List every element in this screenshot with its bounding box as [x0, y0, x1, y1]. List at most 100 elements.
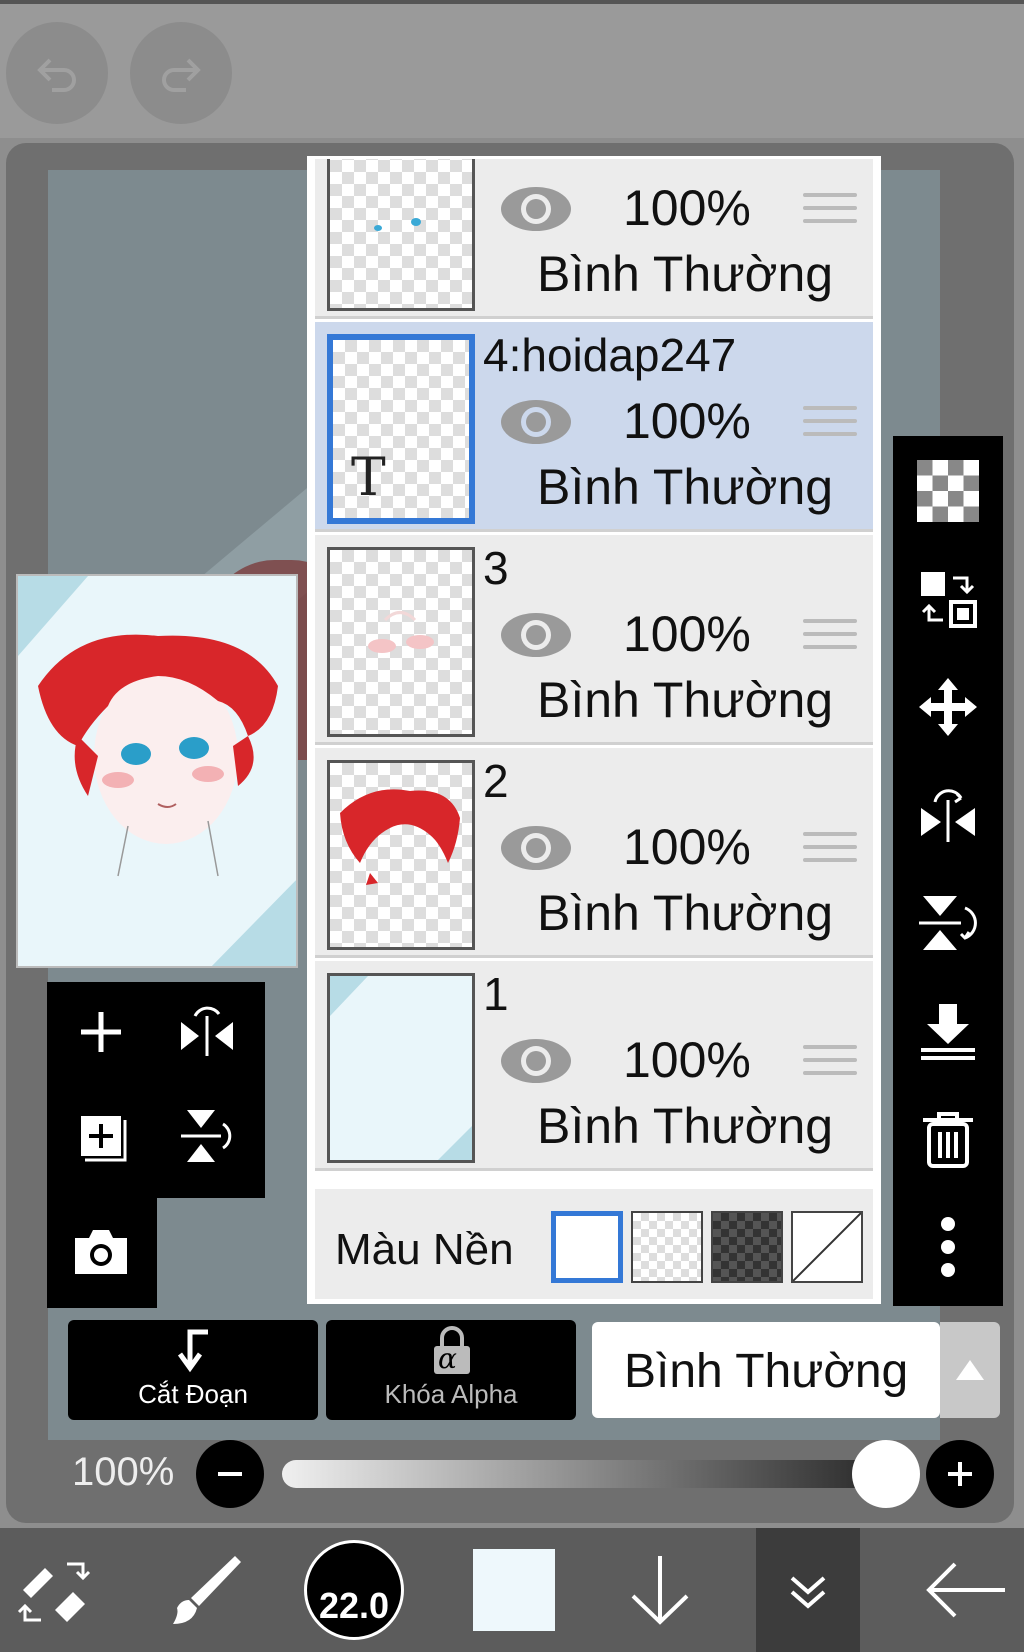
layer-thumbnail [327, 547, 475, 737]
alpha-glyph: α [438, 1342, 457, 1375]
merge-down-button[interactable] [913, 996, 983, 1066]
layer-name: 5 [483, 159, 509, 169]
swap-layer-button[interactable] [913, 564, 983, 634]
drag-handle-icon[interactable] [803, 193, 857, 229]
clipping-button[interactable]: Cắt Đoạn [68, 1320, 318, 1420]
flip-horizontal-button[interactable] [177, 1002, 237, 1062]
bottom-toolbar: 22.0 [0, 1528, 1024, 1652]
alpha-lock-button[interactable]: α Khóa Alpha [326, 1320, 576, 1420]
layer-tools-right [893, 436, 1003, 1306]
layer-down-button[interactable] [610, 1528, 710, 1652]
brush-tool-button[interactable] [150, 1528, 260, 1652]
drag-handle-icon[interactable] [803, 832, 857, 868]
add-layer-box-icon [81, 1116, 127, 1162]
opacity-slider[interactable] [282, 1460, 904, 1488]
undo-icon [37, 58, 76, 92]
brush-icon [173, 1556, 241, 1624]
delete-layer-button[interactable] [913, 1104, 983, 1174]
layer-tools-left [47, 982, 265, 1198]
layer-blend-mode: Bình Thường [537, 672, 834, 728]
flip-vertical-button[interactable] [177, 1106, 237, 1166]
app-root: 5 100% Bình Thường T 4:hoidap247 100% Bì… [0, 0, 1024, 1652]
arrow-down-icon [631, 1556, 689, 1625]
flip-vertical-icon [181, 1110, 232, 1162]
layer-row-5[interactable]: 5 100% Bình Thường [315, 159, 873, 319]
undo-button[interactable] [6, 22, 108, 124]
brush-size-button[interactable]: 22.0 [296, 1528, 412, 1652]
redo-button[interactable] [130, 22, 232, 124]
layer-name: 3 [483, 542, 509, 594]
layer-row-3[interactable]: 3 100% Bình Thường [315, 535, 873, 745]
flip-horizontal-right-button[interactable] [913, 780, 983, 850]
bg-light-checker-swatch[interactable] [631, 1211, 703, 1283]
triangle-up-icon [956, 1360, 984, 1380]
layer-name: 2 [483, 755, 509, 807]
opacity-decrease-button[interactable] [196, 1440, 264, 1508]
opacity-slider-handle[interactable] [852, 1440, 920, 1508]
layer-opacity: 100% [623, 1032, 751, 1088]
clipping-label: Cắt Đoạn [138, 1379, 248, 1409]
swap-icon [921, 572, 977, 628]
blend-mode-value: Bình Thường [624, 1345, 909, 1398]
text-layer-icon: T [351, 448, 386, 508]
layer-opacity: 100% [623, 606, 751, 662]
layer-opacity: 100% [623, 180, 751, 236]
layer-row-2[interactable]: 2 100% Bình Thường [315, 748, 873, 958]
opacity-increase-button[interactable] [926, 1440, 994, 1508]
alpha-lock-label: Khóa Alpha [384, 1379, 518, 1409]
flip-vertical-icon [919, 896, 977, 950]
move-icon [919, 678, 977, 736]
merge-down-icon [921, 1004, 975, 1060]
color-picker-button[interactable] [456, 1528, 572, 1652]
layer-row-4[interactable]: T 4:hoidap247 100% Bình Thường [315, 322, 873, 532]
layer-blend-mode: Bình Thường [537, 246, 834, 302]
bg-dark-checker-swatch[interactable] [711, 1211, 783, 1283]
transparency-button[interactable] [913, 456, 983, 526]
layer-row-1[interactable]: 1 100% Bình Thường [315, 961, 873, 1171]
blend-mode-select[interactable]: Bình Thường [592, 1322, 940, 1418]
chevron-double-down-icon [790, 1576, 826, 1609]
add-layer-button[interactable] [71, 1002, 131, 1062]
eye-icon[interactable] [499, 1037, 573, 1085]
trash-icon [923, 1112, 973, 1168]
clip-arrow-icon [177, 1329, 208, 1373]
back-button[interactable] [908, 1528, 1024, 1652]
minus-icon [218, 1472, 242, 1476]
background-label: Màu Nền [335, 1225, 514, 1274]
redo-icon [162, 58, 201, 92]
flip-vertical-right-button[interactable] [913, 888, 983, 958]
layer-opacity: 100% [623, 819, 751, 875]
bg-white-swatch[interactable] [551, 1211, 623, 1283]
current-color-swatch [473, 1549, 555, 1631]
plus-icon [948, 1462, 972, 1486]
layer-thumbnail [327, 973, 475, 1163]
layer-thumbnail [327, 159, 475, 311]
more-vertical-icon [941, 1217, 955, 1277]
tool-switch-button[interactable] [0, 1528, 110, 1652]
bg-none-swatch[interactable] [791, 1211, 863, 1283]
eye-icon[interactable] [499, 398, 573, 446]
flip-horizontal-icon [921, 789, 975, 842]
drag-handle-icon[interactable] [803, 619, 857, 655]
layer-tools-left-bottom [47, 1198, 157, 1308]
camera-icon [75, 1230, 127, 1274]
layer-blend-mode: Bình Thường [537, 885, 834, 941]
opacity-value: 100% [72, 1450, 175, 1494]
add-special-layer-button[interactable] [71, 1106, 131, 1166]
layers-panel: 5 100% Bình Thường T 4:hoidap247 100% Bì… [307, 156, 881, 1304]
drag-handle-icon[interactable] [803, 406, 857, 442]
blend-mode-dropdown-button[interactable] [940, 1322, 1000, 1418]
drag-handle-icon[interactable] [803, 1045, 857, 1081]
flip-horizontal-icon [181, 1006, 233, 1056]
move-button[interactable] [913, 672, 983, 742]
layers-panel-button[interactable] [756, 1528, 860, 1652]
layer-thumbnail: T [327, 334, 475, 524]
layer-blend-mode: Bình Thường [537, 1098, 834, 1154]
eye-icon[interactable] [499, 824, 573, 872]
eye-icon[interactable] [499, 185, 573, 233]
plus-icon [81, 1012, 121, 1052]
more-options-button[interactable] [913, 1212, 983, 1282]
camera-button[interactable] [71, 1222, 131, 1282]
top-bar [0, 0, 1024, 138]
eye-icon[interactable] [499, 611, 573, 659]
